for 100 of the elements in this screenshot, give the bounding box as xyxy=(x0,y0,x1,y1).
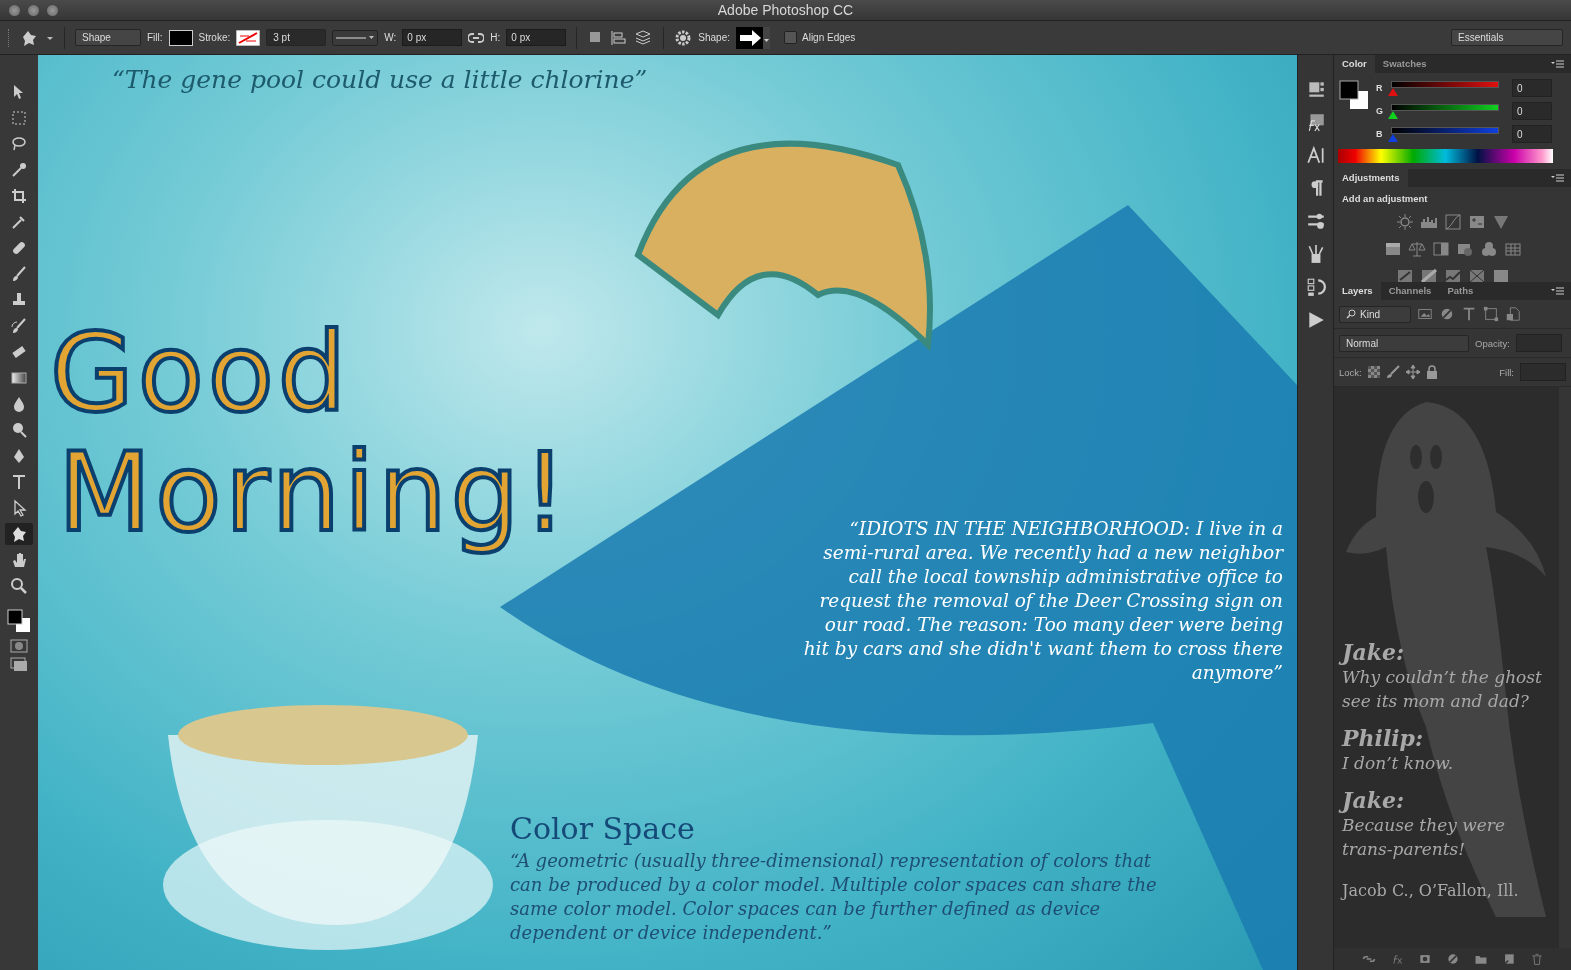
magnifier-icon[interactable] xyxy=(10,577,28,595)
brush-icon[interactable] xyxy=(10,317,28,335)
half-circle-icon[interactable] xyxy=(1445,952,1460,966)
diagonal-square-icon[interactable] xyxy=(1419,267,1438,285)
adjustments-heading: Add an adjustment xyxy=(1342,193,1429,204)
width-label: W: xyxy=(384,32,397,43)
crossed-square-icon[interactable] xyxy=(1467,267,1486,285)
move-arrows-icon[interactable] xyxy=(1405,365,1420,379)
panel-tab[interactable]: Swatches xyxy=(1374,55,1435,73)
type-icon[interactable] xyxy=(1461,306,1477,322)
joke-text: Philip: xyxy=(1342,725,1425,751)
panel-tab[interactable]: Color xyxy=(1334,55,1375,73)
channel-label: G xyxy=(1376,106,1384,116)
channel-slider[interactable] xyxy=(1389,126,1501,142)
slider-thumb[interactable] xyxy=(1388,110,1398,119)
stroke-width-dropdown[interactable]: 3 pt xyxy=(266,29,327,46)
document-icon[interactable] xyxy=(1505,306,1521,322)
half-circle-icon[interactable] xyxy=(1439,306,1455,322)
transform-box-icon[interactable] xyxy=(1483,306,1499,322)
blob-icon[interactable] xyxy=(10,525,28,543)
sun-icon[interactable] xyxy=(1395,213,1414,231)
gear-icon[interactable] xyxy=(674,28,693,47)
channel-value-field[interactable]: 0 xyxy=(1512,125,1552,143)
mask-icon[interactable] xyxy=(1417,952,1432,966)
mode-dropdown[interactable]: Shape xyxy=(75,29,141,46)
shape-picker[interactable] xyxy=(736,26,770,49)
blend-mode-dropdown[interactable]: Normal xyxy=(1339,334,1469,352)
joke-text: Jacob C., O’Fallon, Ill. xyxy=(1342,881,1520,900)
magnifier-icon[interactable] xyxy=(10,421,28,439)
plus-minus-icon[interactable] xyxy=(1467,213,1486,231)
panel-tab[interactable]: Paths xyxy=(1439,282,1482,300)
fill-label: Fill: xyxy=(147,32,163,43)
brush-icon[interactable] xyxy=(1385,365,1400,379)
menu-icon[interactable] xyxy=(1551,173,1565,183)
gradient-square-icon[interactable] xyxy=(10,369,28,387)
screen-mode-icon[interactable] xyxy=(10,657,28,673)
search-icon xyxy=(1346,309,1356,319)
width-field[interactable]: 0 px xyxy=(402,29,463,46)
lock-label: Lock: xyxy=(1339,366,1362,378)
fill-swatch[interactable] xyxy=(168,29,193,46)
slider-thumb[interactable] xyxy=(1388,87,1398,96)
half-square-icon[interactable] xyxy=(1431,240,1450,258)
tool-button[interactable] xyxy=(5,523,33,545)
trash-icon[interactable] xyxy=(1529,952,1544,966)
channel-slider[interactable] xyxy=(1389,103,1501,119)
history-icon[interactable] xyxy=(1305,277,1326,297)
color-swatches-icon[interactable] xyxy=(5,607,33,635)
story-paragraph: “IDIOTS IN THE NEIGHBORHOOD: I live in a semi-rural area. We recently had a new neighbor call the local township administrative office to request the removal of the Deer Crossing sign on our road. The reason: Too many deer were being hit by cars and she didn't want them to cross there anymore” xyxy=(803,517,1283,685)
hand-icon[interactable] xyxy=(10,551,28,569)
align-icon[interactable] xyxy=(609,28,628,47)
line-style-dropdown[interactable] xyxy=(332,29,379,46)
panel-tab[interactable]: Channels xyxy=(1380,282,1440,300)
opacity-label: Opacity: xyxy=(1475,337,1510,349)
mask-mode-icon[interactable] xyxy=(10,639,28,653)
channel-slider[interactable] xyxy=(1389,80,1501,96)
brush-icon[interactable] xyxy=(10,161,28,179)
workspace-dropdown[interactable]: Essentials xyxy=(1451,29,1563,46)
align-edges-checkbox[interactable]: Align Edges xyxy=(784,31,856,44)
joke-text: Because they were trans-parents! xyxy=(1342,814,1506,861)
menu-icon[interactable] xyxy=(1551,59,1565,69)
sliders-icon[interactable] xyxy=(1305,211,1326,231)
minimize-window-button[interactable] xyxy=(28,4,39,16)
gradient-square-icon[interactable] xyxy=(1383,240,1402,258)
zigzag-square-icon[interactable] xyxy=(1443,267,1462,285)
link-icon[interactable] xyxy=(468,31,485,44)
close-window-button[interactable] xyxy=(9,4,20,16)
dashed-square-icon[interactable] xyxy=(10,109,28,127)
height-field[interactable]: 0 px xyxy=(506,29,567,46)
channel-label: B xyxy=(1376,129,1384,139)
character-icon[interactable] xyxy=(1305,145,1326,165)
crop-icon[interactable] xyxy=(10,187,28,205)
joke-text: Why couldn’t the ghost see its mom and dad? xyxy=(1342,666,1543,713)
image-icon[interactable] xyxy=(1417,306,1433,322)
color-swatches-icon[interactable] xyxy=(1338,79,1370,111)
lock-icon[interactable] xyxy=(1425,365,1438,379)
curve-icon[interactable] xyxy=(1443,213,1462,231)
stroke-label: Stroke: xyxy=(198,32,231,43)
type-icon[interactable] xyxy=(10,473,28,491)
stroke-swatch[interactable] xyxy=(236,29,261,46)
grid-icon[interactable] xyxy=(1503,240,1522,258)
channel-value-field[interactable]: 0 xyxy=(1512,102,1552,120)
panel-tab[interactable]: Layers xyxy=(1334,282,1381,300)
gradient-square-icon[interactable] xyxy=(1491,267,1510,285)
circles-icon[interactable] xyxy=(1479,240,1498,258)
panel-tab[interactable]: Adjustments xyxy=(1334,169,1408,187)
slider-thumb[interactable] xyxy=(1388,133,1398,142)
checkerboard-icon[interactable] xyxy=(1367,366,1380,378)
shape-label: Shape: xyxy=(698,32,730,43)
slashed-square-icon[interactable] xyxy=(1395,267,1414,285)
height-label: H: xyxy=(490,32,501,43)
lasso-icon[interactable] xyxy=(10,135,28,153)
zoom-window-button[interactable] xyxy=(47,4,58,16)
quote-text: “The gene pool could use a little chlorine” xyxy=(112,65,648,94)
scales-icon[interactable] xyxy=(1407,240,1426,258)
channel-value-field[interactable]: 0 xyxy=(1512,79,1552,97)
filter-dropdown[interactable]: Kind xyxy=(1339,305,1411,323)
triangle-icon[interactable] xyxy=(1491,213,1510,231)
menu-icon[interactable] xyxy=(1551,286,1565,296)
color-spectrum-bar[interactable] xyxy=(1338,149,1553,163)
brush-icon[interactable] xyxy=(10,265,28,283)
